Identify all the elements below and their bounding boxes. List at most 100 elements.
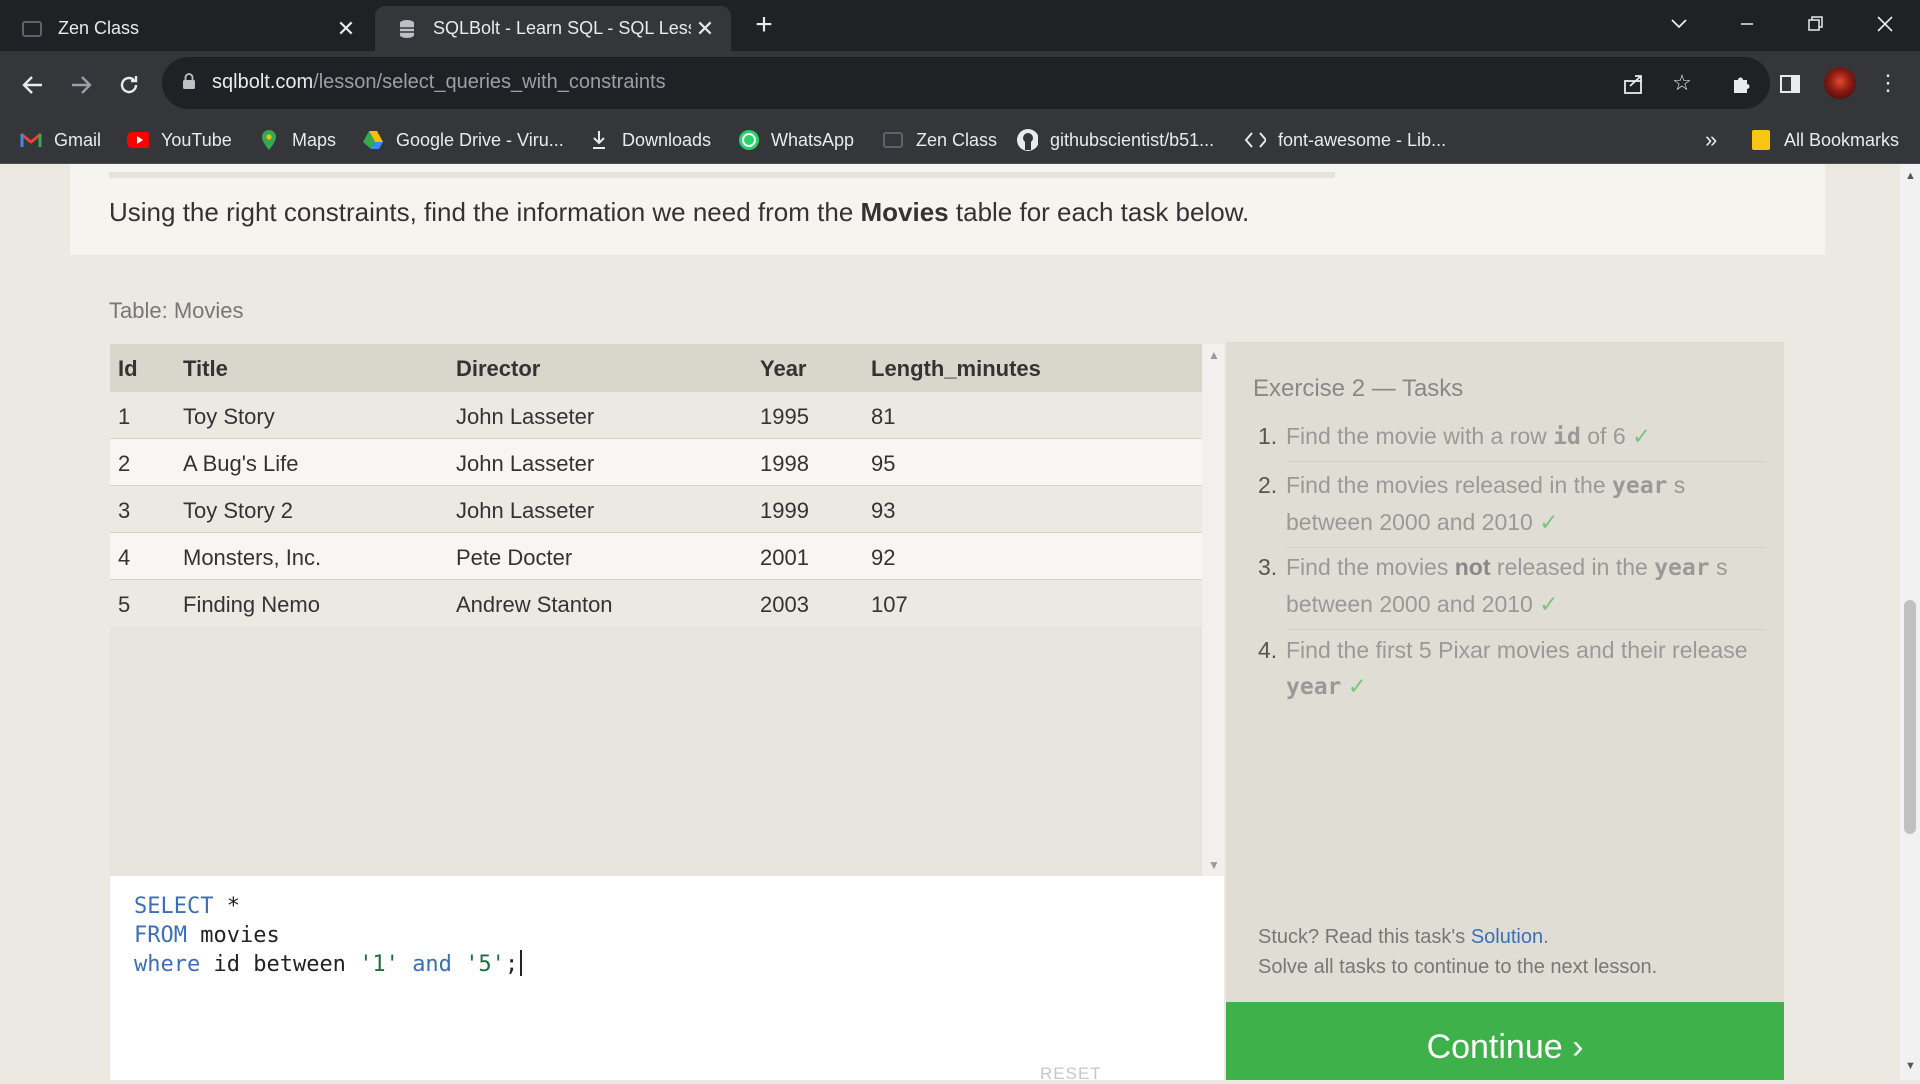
scroll-up-arrow-icon[interactable]: ▲ bbox=[1905, 170, 1916, 182]
column-header: Length_minutes bbox=[871, 356, 1041, 381]
task-text: Find the movie with a row id of 6 ✓ bbox=[1286, 418, 1766, 455]
table-cell: John Lasseter bbox=[456, 498, 595, 523]
menu-kebab-icon[interactable]: ⋮ bbox=[1870, 65, 1906, 101]
table-cell: 93 bbox=[871, 498, 896, 523]
tab-zen-class[interactable]: Zen Class ✕ bbox=[0, 6, 372, 51]
browser-tab-strip: Zen Class ✕ SQLBolt - Learn SQL - SQL Le… bbox=[0, 0, 1920, 51]
task-text: Find the movies not released in the year… bbox=[1286, 549, 1766, 622]
close-tab-icon[interactable]: ✕ bbox=[691, 16, 719, 42]
page-scrollbar[interactable]: ▲ ▼ bbox=[1900, 164, 1920, 1080]
intro-text-end: table for each task below. bbox=[948, 197, 1250, 227]
restore-icon[interactable] bbox=[1792, 6, 1838, 40]
table-cell: 92 bbox=[871, 545, 896, 570]
bookmark-label: Zen Class bbox=[916, 129, 998, 150]
all-bookmarks-label: All Bookmarks bbox=[1784, 129, 1900, 150]
bookmark-label: Gmail bbox=[54, 129, 102, 150]
task-text-part: Find the movies released in the bbox=[1286, 472, 1613, 498]
scroll-down-arrow-icon[interactable]: ▼ bbox=[1208, 858, 1220, 872]
address-bar[interactable]: sqlbolt.com/lesson/select_queries_with_c… bbox=[162, 57, 1770, 109]
reload-icon[interactable] bbox=[109, 63, 149, 103]
bookmark-label: Downloads bbox=[622, 129, 712, 150]
maps-icon bbox=[258, 129, 280, 151]
reset-button[interactable]: RESET bbox=[1040, 1064, 1102, 1084]
forward-arrow-icon[interactable] bbox=[61, 63, 101, 103]
extensions-puzzle-icon[interactable] bbox=[1724, 65, 1760, 101]
task-divider bbox=[1286, 629, 1766, 630]
table-cell: John Lasseter bbox=[456, 451, 595, 476]
column-header: Director bbox=[456, 356, 541, 381]
lock-icon bbox=[182, 73, 196, 89]
close-window-icon[interactable] bbox=[1862, 6, 1908, 40]
bookmark-youtube[interactable]: YouTube bbox=[127, 117, 232, 163]
scroll-up-arrow-icon[interactable]: ▲ bbox=[1208, 348, 1220, 362]
bookmark-github[interactable]: githubscientist/b51... bbox=[1016, 117, 1214, 163]
sql-code[interactable]: SELECT * FROM movies where id between '1… bbox=[134, 892, 523, 979]
bookmark-label: githubscientist/b51... bbox=[1050, 129, 1215, 150]
side-panel-icon[interactable] bbox=[1772, 65, 1808, 101]
bookmark-star-icon[interactable]: ☆ bbox=[1668, 69, 1696, 97]
movies-table: Id Title Director Year Length_minutes 1 … bbox=[110, 344, 1202, 876]
text-caret bbox=[520, 950, 523, 976]
continue-button[interactable]: Continue › bbox=[1226, 1002, 1784, 1080]
intro-card: Using the right constraints, find the in… bbox=[70, 164, 1825, 255]
code-keyword: where bbox=[134, 952, 201, 977]
exercise-intro: Using the right constraints, find the in… bbox=[109, 197, 1249, 228]
table-scrollbar[interactable]: ▲ ▼ bbox=[1202, 344, 1224, 876]
bookmark-maps[interactable]: Maps bbox=[258, 117, 336, 163]
task-complete-check-icon: ✓ bbox=[1539, 591, 1559, 617]
sqlbolt-favicon-icon bbox=[397, 19, 417, 39]
task-text: Find the first 5 Pixar movies and their … bbox=[1286, 632, 1766, 705]
close-tab-icon[interactable]: ✕ bbox=[332, 16, 360, 42]
table-cell: Toy Story bbox=[183, 404, 275, 429]
code-icon bbox=[1244, 129, 1266, 151]
zen-class-icon bbox=[882, 129, 904, 151]
task-divider bbox=[1286, 461, 1766, 462]
table-cell: John Lasseter bbox=[456, 404, 595, 429]
table-row: 5 Finding Nemo Andrew Stanton 2003 107 bbox=[110, 580, 1202, 627]
bookmark-zen-class[interactable]: Zen Class bbox=[882, 117, 997, 163]
solve-note: Solve all tasks to continue to the next … bbox=[1258, 956, 1658, 978]
scrollbar-thumb[interactable] bbox=[1904, 600, 1916, 834]
bookmarks-overflow-button[interactable]: » bbox=[1705, 117, 1717, 163]
tab-sqlbolt[interactable]: SQLBolt - Learn SQL - SQL Lesso ✕ bbox=[375, 6, 731, 51]
column-header: Title bbox=[183, 356, 228, 381]
task-code: id bbox=[1553, 424, 1581, 450]
bookmark-google-drive[interactable]: Google Drive - Viru... bbox=[362, 117, 564, 163]
download-icon bbox=[588, 129, 610, 151]
bookmark-gmail[interactable]: Gmail bbox=[20, 117, 101, 163]
bookmark-downloads[interactable]: Downloads bbox=[588, 117, 711, 163]
scroll-down-arrow-icon[interactable]: ▼ bbox=[1905, 1060, 1916, 1072]
task-bold-word: not bbox=[1454, 554, 1491, 580]
solution-link[interactable]: Solution bbox=[1471, 926, 1543, 948]
bookmarks-bar: Gmail YouTube Maps Google Drive - Viru..… bbox=[0, 117, 1920, 164]
task-text-part: Find the movies bbox=[1286, 554, 1455, 580]
intro-table-name: Movies bbox=[860, 197, 949, 227]
code-keyword: and bbox=[412, 952, 452, 977]
tasks-panel: Exercise 2 — Tasks 1. Find the movie wit… bbox=[1226, 342, 1784, 1002]
task-code: year bbox=[1654, 555, 1710, 581]
bookmark-font-awesome[interactable]: font-awesome - Lib... bbox=[1244, 117, 1446, 163]
sql-editor[interactable]: SELECT * FROM movies where id between '1… bbox=[110, 876, 1224, 1080]
minimize-icon[interactable] bbox=[1724, 6, 1770, 40]
tab-search-chevron-icon[interactable] bbox=[1656, 6, 1702, 40]
task-number: 1. bbox=[1258, 423, 1278, 449]
new-tab-button[interactable]: + bbox=[748, 8, 780, 42]
stuck-text-end: . bbox=[1543, 926, 1549, 948]
task-complete-check-icon: ✓ bbox=[1347, 673, 1368, 699]
share-icon[interactable] bbox=[1620, 69, 1648, 97]
all-bookmarks-button[interactable]: All Bookmarks bbox=[1750, 117, 1899, 163]
table-label: Table: Movies bbox=[109, 298, 244, 323]
bookmark-whatsapp[interactable]: WhatsApp bbox=[737, 117, 854, 163]
page-content: Using the right constraints, find the in… bbox=[0, 164, 1900, 1080]
table-row: 3 Toy Story 2 John Lasseter 1999 93 bbox=[110, 486, 1202, 533]
back-arrow-icon[interactable] bbox=[13, 63, 53, 103]
bookmark-label: YouTube bbox=[161, 129, 232, 150]
bookmark-label: WhatsApp bbox=[771, 129, 855, 150]
profile-avatar[interactable] bbox=[1824, 67, 1856, 99]
zen-class-favicon-icon bbox=[22, 19, 42, 39]
task-complete-check-icon: ✓ bbox=[1539, 509, 1559, 535]
table-row: 2 A Bug's Life John Lasseter 1998 95 bbox=[110, 439, 1202, 486]
task-complete-check-icon: ✓ bbox=[1632, 423, 1652, 449]
url-text: sqlbolt.com/lesson/select_queries_with_c… bbox=[212, 71, 666, 94]
table-cell: 81 bbox=[871, 404, 896, 429]
